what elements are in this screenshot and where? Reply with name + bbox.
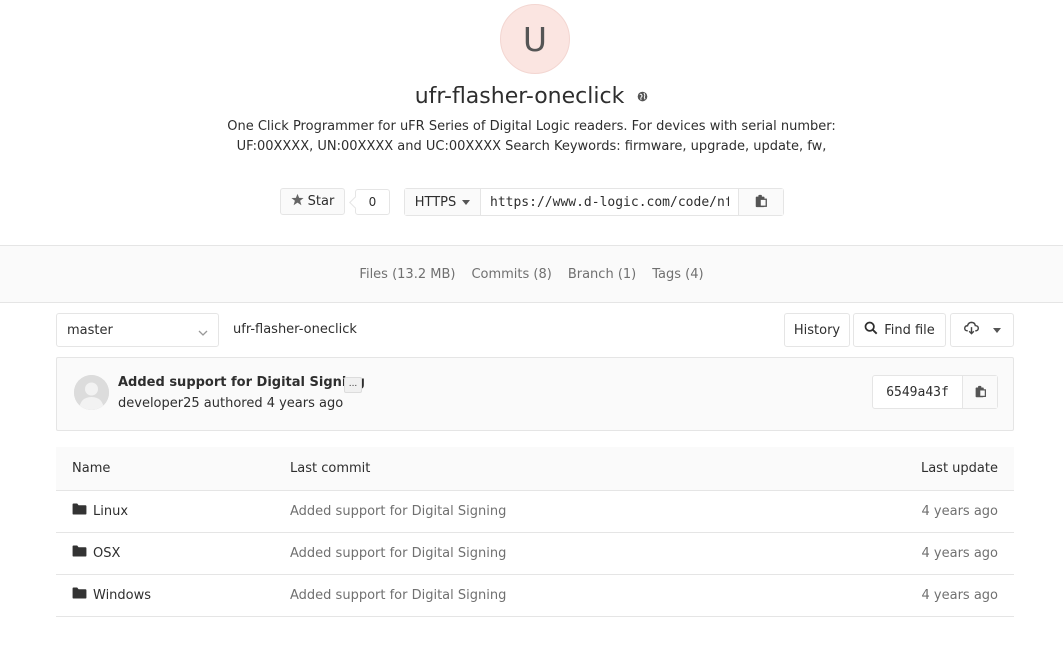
file-name-cell: Linux — [56, 490, 274, 533]
table-row[interactable]: Windows Added support for Digital Signin… — [56, 574, 1014, 617]
chevron-down-icon — [992, 327, 1001, 333]
last-commit-link[interactable]: Added support for Digital Signing — [274, 490, 814, 533]
cloud-download-icon — [963, 321, 979, 339]
chevron-down-icon — [198, 326, 208, 341]
file-name-cell: OSX — [56, 532, 274, 575]
folder-icon — [72, 503, 87, 519]
file-tree-table: Name Last commit Last update Linux Added… — [56, 447, 1014, 617]
history-label: History — [793, 322, 841, 338]
search-icon — [864, 321, 878, 339]
commit-title-link[interactable]: Added support for Digital Signing — [118, 375, 365, 390]
find-file-label: Find file — [884, 322, 935, 338]
project-title[interactable]: ufr-flasher-oneclick — [415, 84, 625, 109]
column-header-last-commit: Last commit — [274, 447, 814, 491]
folder-icon — [72, 545, 87, 561]
project-avatar-letter: U — [522, 19, 548, 59]
clone-protocol-label: HTTPS — [414, 194, 457, 210]
commit-author-meta: developer25 authored 4 years ago — [118, 396, 344, 411]
breadcrumb: ufr-flasher-oneclick — [233, 313, 357, 347]
branch-selector[interactable]: master — [56, 313, 219, 347]
clone-url-input[interactable] — [481, 189, 738, 215]
column-header-name: Name — [56, 447, 274, 491]
star-icon — [291, 193, 304, 210]
project-description: One Click Programmer for uFR Series of D… — [227, 119, 836, 154]
folder-link[interactable]: OSX — [93, 546, 120, 561]
expand-commit-message-button[interactable]: ... — [344, 377, 362, 393]
nav-commits-link[interactable]: Commits (8) — [471, 267, 551, 282]
star-label: Star — [307, 194, 335, 209]
project-avatar: U — [500, 4, 570, 74]
folder-icon — [72, 587, 87, 603]
commit-sha-group: 6549a43f — [872, 375, 998, 409]
clipboard-icon — [754, 193, 768, 212]
table-row[interactable]: OSX Added support for Digital Signing 4 … — [56, 532, 1014, 575]
nav-files-link[interactable]: Files (13.2 MB) — [359, 267, 455, 282]
last-commit-panel: Added support for Digital Signing ... de… — [56, 357, 1014, 431]
last-update-cell: 4 years ago — [814, 532, 1014, 575]
file-name-cell: Windows — [56, 574, 274, 617]
last-update-cell: 4 years ago — [814, 490, 1014, 533]
chevron-down-icon — [462, 199, 471, 205]
project-stats-nav: Files (13.2 MB) Commits (8) Branch (1) T… — [0, 245, 1063, 303]
avatar[interactable] — [74, 375, 109, 410]
star-button[interactable]: Star — [280, 188, 345, 215]
clone-protocol-dropdown[interactable]: HTTPS — [405, 189, 481, 215]
last-update-cell: 4 years ago — [814, 574, 1014, 617]
nav-tags-link[interactable]: Tags (4) — [652, 267, 703, 282]
breadcrumb-project-link[interactable]: ufr-flasher-oneclick — [233, 322, 357, 337]
folder-link[interactable]: Linux — [93, 504, 128, 519]
commit-sha-link[interactable]: 6549a43f — [873, 376, 962, 408]
last-commit-link[interactable]: Added support for Digital Signing — [274, 574, 814, 617]
history-button[interactable]: History — [784, 313, 850, 347]
last-commit-link[interactable]: Added support for Digital Signing — [274, 532, 814, 575]
star-count[interactable]: 0 — [355, 189, 390, 215]
branch-name: master — [67, 322, 113, 338]
globe-icon — [637, 79, 648, 113]
clipboard-icon — [974, 383, 987, 402]
nav-branch-link[interactable]: Branch (1) — [568, 267, 636, 282]
star-count-value: 0 — [368, 195, 377, 209]
clone-url-group: HTTPS — [404, 188, 784, 216]
find-file-button[interactable]: Find file — [853, 313, 946, 347]
copy-url-button[interactable] — [738, 189, 783, 215]
folder-link[interactable]: Windows — [93, 588, 151, 603]
table-row[interactable]: Linux Added support for Digital Signing … — [56, 490, 1014, 533]
copy-sha-button[interactable] — [962, 376, 997, 408]
column-header-last-update: Last update — [814, 447, 1014, 491]
table-header-row: Name Last commit Last update — [56, 447, 1014, 491]
download-dropdown-button[interactable] — [950, 313, 1014, 347]
project-title-row: ufr-flasher-oneclick — [0, 80, 1063, 114]
